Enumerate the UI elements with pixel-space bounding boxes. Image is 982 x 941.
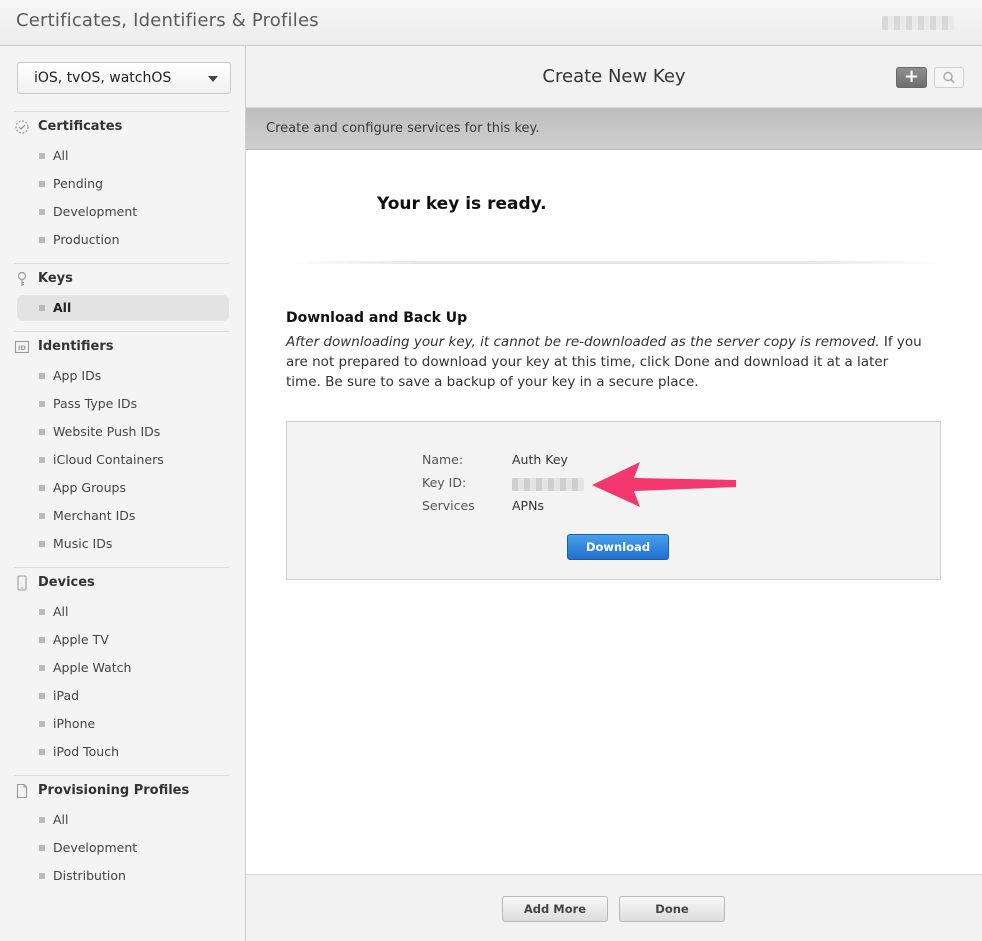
- add-button[interactable]: +: [896, 67, 927, 88]
- sidebar-item-pass-type-ids[interactable]: Pass Type IDs: [17, 391, 229, 417]
- add-more-button[interactable]: Add More: [502, 896, 608, 922]
- sidebar-item-icloud-containers[interactable]: iCloud Containers: [17, 447, 229, 473]
- sidebar-item-profiles-development[interactable]: Development: [17, 835, 229, 861]
- sidebar-item-merchant-ids[interactable]: Merchant IDs: [17, 503, 229, 529]
- key-name-label: Name:: [422, 452, 464, 467]
- chevron-down-icon: [208, 76, 218, 82]
- divider: [14, 111, 229, 112]
- sidebar-item-music-ids[interactable]: Music IDs: [17, 531, 229, 557]
- sidebar-item-apple-tv[interactable]: Apple TV: [17, 627, 229, 653]
- sidebar-item-ipad[interactable]: iPad: [17, 683, 229, 709]
- app-title: Certificates, Identifiers & Profiles: [16, 10, 319, 31]
- id-icon: ID: [14, 340, 30, 354]
- page-title: Create New Key: [542, 66, 686, 87]
- sidebar-item-profiles-distribution[interactable]: Distribution: [17, 863, 229, 889]
- document-icon: [16, 783, 28, 799]
- platform-select[interactable]: iOS, tvOS, watchOS: [17, 62, 231, 94]
- top-bar: Certificates, Identifiers & Profiles: [0, 0, 982, 46]
- device-icon: [17, 575, 27, 591]
- sidebar-item-certificates-production[interactable]: Production: [17, 227, 229, 253]
- subtitle-bar: Create and configure services for this k…: [246, 108, 982, 150]
- key-id-value-redacted: [512, 478, 584, 491]
- sidebar-item-certificates-all[interactable]: All: [17, 143, 229, 169]
- page-subtitle: Create and configure services for this k…: [266, 121, 540, 136]
- sidebar-item-apple-watch[interactable]: Apple Watch: [17, 655, 229, 681]
- footer-bar: Add More Done: [246, 874, 982, 941]
- download-button[interactable]: Download: [567, 534, 669, 560]
- sidebar-item-certificates-development[interactable]: Development: [17, 199, 229, 225]
- download-section-title: Download and Back Up: [286, 310, 468, 326]
- sidebar-item-app-groups[interactable]: App Groups: [17, 475, 229, 501]
- done-button[interactable]: Done: [619, 896, 725, 922]
- key-name-value: Auth Key: [512, 452, 568, 467]
- key-id-label: Key ID:: [422, 475, 467, 490]
- divider: [14, 263, 229, 264]
- sidebar-item-app-ids[interactable]: App IDs: [17, 363, 229, 389]
- key-ready-message: Your key is ready.: [377, 194, 547, 214]
- sidebar-item-keys-all[interactable]: All: [17, 295, 229, 321]
- key-icon: [17, 271, 27, 286]
- svg-text:ID: ID: [18, 344, 26, 352]
- download-section-text: After downloading your key, it cannot be…: [286, 332, 926, 392]
- sidebar-item-website-push-ids[interactable]: Website Push IDs: [17, 419, 229, 445]
- annotation-arrow-icon: [592, 462, 736, 507]
- search-button[interactable]: [934, 67, 964, 88]
- account-name-redacted[interactable]: [882, 16, 954, 30]
- plus-icon: +: [903, 66, 920, 87]
- divider: [14, 331, 229, 332]
- platform-select-value: iOS, tvOS, watchOS: [34, 70, 172, 86]
- sidebar-item-ipod-touch[interactable]: iPod Touch: [17, 739, 229, 765]
- key-services-value: APNs: [512, 498, 544, 513]
- sidebar-item-iphone[interactable]: iPhone: [17, 711, 229, 737]
- certificate-icon: [15, 120, 29, 134]
- divider: [14, 775, 229, 776]
- sidebar-item-devices-all[interactable]: All: [17, 599, 229, 625]
- divider: [286, 261, 942, 264]
- divider: [14, 567, 229, 568]
- main-header: Create New Key +: [246, 46, 982, 108]
- search-icon: [943, 71, 955, 84]
- sidebar: iOS, tvOS, watchOS Certificates All Pend…: [0, 46, 246, 941]
- key-services-label: Services: [422, 498, 475, 513]
- sidebar-item-profiles-all[interactable]: All: [17, 807, 229, 833]
- sidebar-item-certificates-pending[interactable]: Pending: [17, 171, 229, 197]
- download-warning-italic: After downloading your key, it cannot be…: [286, 334, 880, 350]
